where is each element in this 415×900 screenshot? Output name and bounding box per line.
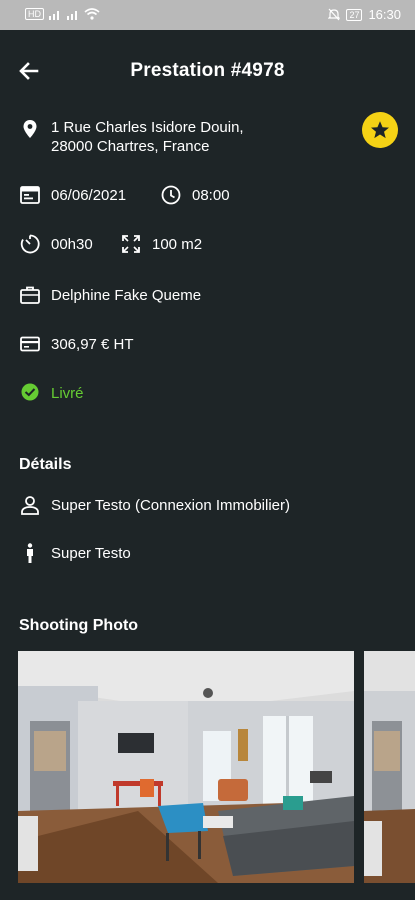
agency-row: Super Testo (Connexion Immobilier) — [19, 494, 290, 516]
date-row: 06/06/2021 — [19, 184, 126, 206]
person-icon — [21, 496, 39, 515]
date-value: 06/06/2021 — [51, 186, 127, 204]
mute-icon — [328, 8, 341, 21]
clock-time: 16:30 — [368, 7, 401, 22]
battery-indicator: 27 — [346, 8, 363, 21]
time-row: 08:00 — [160, 184, 230, 206]
star-icon — [371, 121, 389, 139]
timer-icon — [20, 234, 40, 254]
standing-person-icon — [27, 543, 33, 563]
shooting-title: Shooting Photo — [19, 617, 139, 634]
expand-icon — [122, 235, 140, 253]
status-bar: HD 27 16:30 — [0, 0, 415, 30]
signal-icon-2 — [67, 11, 77, 20]
app-header: Prestation #4978 — [0, 30, 415, 114]
status-label: Livré — [51, 384, 84, 402]
price-value: 306,97 € HT — [51, 335, 134, 353]
status-bar-right: 27 16:30 — [328, 7, 401, 22]
page-title: Prestation #4978 — [130, 60, 285, 81]
contact-row: Super Testo — [19, 542, 131, 564]
check-circle-icon — [21, 383, 39, 401]
signal-icon — [49, 11, 59, 20]
client-name: Delphine Fake Queme — [51, 286, 202, 304]
address-line-2: 28000 Chartres, France — [51, 138, 210, 155]
photo-carousel[interactable] — [18, 651, 415, 883]
briefcase-icon — [20, 286, 40, 304]
photo-thumbnail-next[interactable] — [364, 651, 415, 883]
surface-row: 100 m2 — [120, 233, 202, 255]
duration-row: 00h30 — [19, 233, 93, 255]
agency-name: Super Testo (Connexion Immobilier) — [51, 496, 290, 514]
status-bar-left: HD — [25, 8, 100, 20]
living-room-photo — [18, 651, 354, 883]
credit-card-icon — [20, 336, 40, 352]
price-row: 306,97 € HT — [19, 333, 134, 355]
details-title: Détails — [19, 456, 72, 473]
calendar-icon — [20, 186, 40, 204]
address-line-1: 1 Rue Charles Isidore Douin, — [51, 119, 244, 136]
contact-name: Super Testo — [51, 544, 131, 562]
photo-thumbnail[interactable] — [18, 651, 354, 883]
address-row: 1 Rue Charles Isidore Douin, 28000 Chart… — [19, 118, 244, 156]
hd-badge: HD — [25, 8, 44, 20]
clock-icon — [161, 185, 181, 205]
wifi-icon — [84, 8, 100, 20]
location-pin-icon — [23, 120, 37, 138]
client-row: Delphine Fake Queme — [19, 284, 201, 306]
status-row: Livré — [19, 382, 84, 404]
favorite-star-button[interactable] — [362, 112, 398, 148]
duration-value: 00h30 — [51, 235, 93, 253]
living-room-photo-2 — [364, 651, 415, 883]
time-value: 08:00 — [192, 186, 230, 204]
surface-value: 100 m2 — [152, 235, 203, 253]
